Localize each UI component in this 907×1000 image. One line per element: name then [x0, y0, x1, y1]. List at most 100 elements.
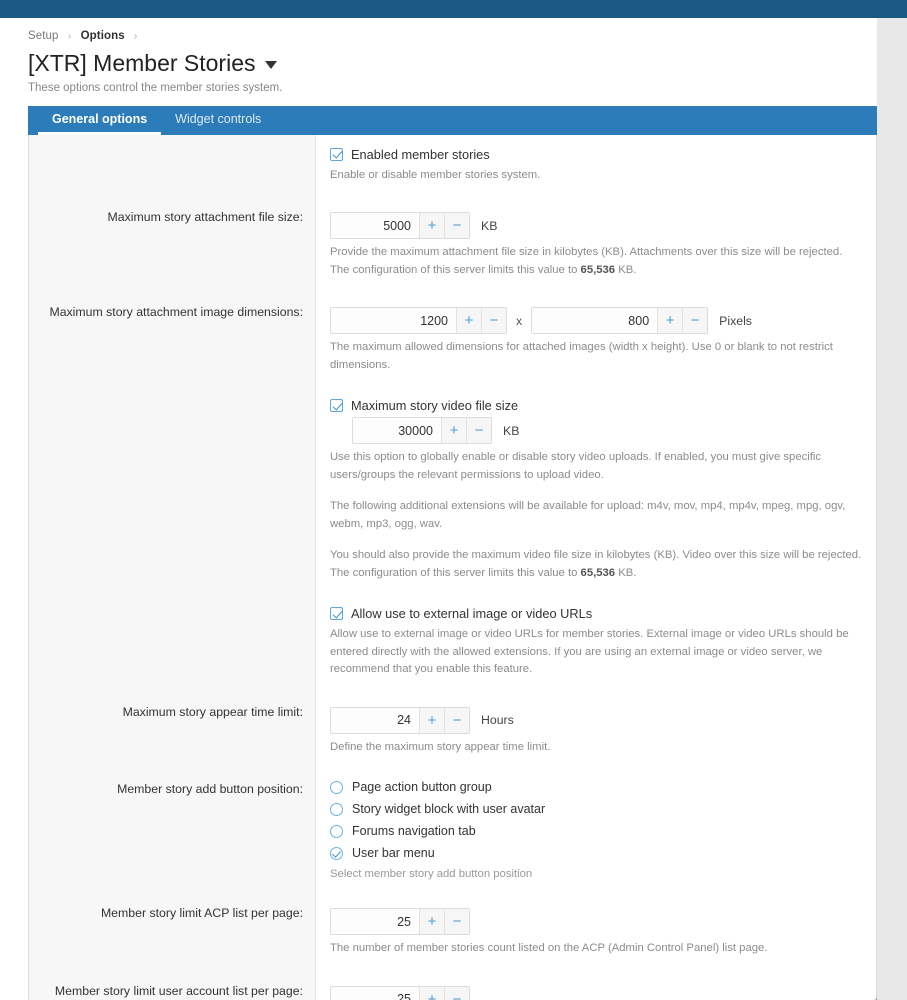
video-size-hint-2: The following additional extensions will…	[330, 500, 846, 530]
breadcrumb-separator-icon: ›	[67, 31, 72, 42]
field-external-urls: Allow use to external image or video URL…	[316, 594, 876, 691]
attachment-size-unit: KB	[481, 218, 498, 233]
row-label-empty-2	[29, 386, 316, 595]
row-button-position: Member story add button position: Page a…	[29, 768, 876, 893]
row-appear-time-limit: Maximum story appear time limit: + − Hou…	[29, 690, 876, 769]
label-acp-limit: Member story limit ACP list per page:	[29, 892, 316, 970]
acp-limit-input[interactable]	[331, 909, 419, 935]
radio-icon[interactable]	[330, 802, 343, 816]
breadcrumb-item-options[interactable]: Options	[81, 30, 125, 42]
row-enabled-member-stories: Enabled member stories Enable or disable…	[29, 134, 876, 197]
row-external-urls: Allow use to external image or video URL…	[29, 594, 876, 691]
check-icon[interactable]	[330, 399, 343, 413]
plus-icon[interactable]: +	[657, 308, 683, 334]
attachment-size-input[interactable]	[331, 213, 419, 239]
row-video-file-size: Maximum story video file size + − KB Use…	[29, 386, 876, 595]
appear-time-stepper: + − Hours	[330, 706, 862, 734]
minus-icon[interactable]: −	[444, 986, 469, 1000]
plus-icon[interactable]: +	[419, 909, 444, 935]
image-height-input[interactable]	[532, 308, 658, 334]
enabled-member-stories-label: Enabled member stories	[351, 146, 490, 162]
video-size-hint-3: You should also provide the maximum vide…	[330, 549, 862, 579]
plus-icon[interactable]: +	[441, 418, 466, 444]
plus-icon[interactable]: +	[456, 308, 481, 334]
video-size-hint-1: Use this option to globally enable or di…	[330, 451, 822, 481]
page-subtitle: These options control the member stories…	[28, 81, 283, 94]
image-height-spinner: + −	[531, 307, 709, 335]
check-icon[interactable]	[330, 607, 343, 621]
row-attachment-file-size: Maximum story attachment file size: + − …	[29, 196, 876, 292]
minus-icon[interactable]: −	[466, 418, 491, 444]
video-file-size-label: Maximum story video file size	[351, 398, 519, 414]
appear-time-unit: Hours	[481, 713, 514, 728]
external-urls-label: Allow use to external image or video URL…	[351, 606, 593, 622]
radio-user-bar-menu[interactable]: User bar menu	[330, 846, 862, 860]
top-app-bar	[0, 0, 907, 18]
radio-story-widget-block[interactable]: Story widget block with user avatar	[330, 802, 862, 816]
watermark-banner: X enVn.Com	[677, 971, 877, 1000]
options-form: Enabled member stories Enable or disable…	[28, 134, 877, 1000]
field-attachment-file-size: + − KB Provide the maximum attachment fi…	[316, 196, 876, 292]
label-image-dimensions: Maximum story attachment image dimension…	[29, 291, 316, 387]
tab-widget-controls[interactable]: Widget controls	[161, 106, 275, 135]
row-image-dimensions: Maximum story attachment image dimension…	[29, 291, 876, 387]
acp-limit-spinner: + −	[330, 908, 470, 936]
breadcrumb: Setup › Options ›	[28, 30, 877, 42]
minus-icon[interactable]: −	[444, 213, 469, 239]
tab-bar: General options Widget controls	[28, 105, 877, 135]
plus-icon[interactable]: +	[419, 213, 444, 239]
appear-time-spinner: + −	[330, 706, 470, 734]
external-urls-toggle[interactable]: Allow use to external image or video URL…	[330, 606, 862, 621]
minus-icon[interactable]: −	[444, 909, 469, 935]
appear-time-input[interactable]	[331, 707, 419, 733]
video-file-size-toggle[interactable]: Maximum story video file size	[330, 398, 862, 413]
attachment-size-hint: Provide the maximum attachment file size…	[330, 246, 843, 276]
chevron-down-icon[interactable]	[264, 61, 277, 70]
radio-label: User bar menu	[352, 846, 435, 861]
appear-time-hint: Define the maximum story appear time lim…	[330, 740, 551, 753]
plus-icon[interactable]: +	[419, 707, 444, 733]
enabled-member-stories-hint: Enable or disable member stories system.	[330, 168, 541, 181]
radio-label: Forums navigation tab	[352, 824, 476, 839]
field-appear-time-limit: + − Hours Define the maximum story appea…	[316, 690, 876, 769]
image-dimensions-hint: The maximum allowed dimensions for attac…	[330, 341, 833, 371]
attachment-size-stepper: + − KB	[330, 212, 862, 240]
field-video-file-size: Maximum story video file size + − KB Use…	[316, 386, 876, 595]
label-account-limit: Member story limit user account list per…	[29, 969, 316, 1000]
image-width-spinner: + −	[330, 307, 507, 335]
enabled-member-stories-toggle[interactable]: Enabled member stories	[330, 147, 862, 162]
image-width-input[interactable]	[331, 308, 456, 334]
account-limit-input[interactable]	[331, 986, 419, 1000]
breadcrumb-separator-icon-2: ›	[134, 31, 138, 42]
radio-page-action-button-group[interactable]: Page action button group	[330, 780, 862, 794]
page-title-text: [XTR] Member Stories	[28, 50, 256, 76]
tab-general-options[interactable]: General options	[38, 106, 162, 135]
label-attachment-file-size: Maximum story attachment file size:	[29, 196, 316, 292]
breadcrumb-item-setup[interactable]: Setup	[28, 30, 59, 42]
minus-icon[interactable]: −	[481, 308, 506, 334]
check-icon[interactable]	[330, 147, 343, 161]
dimensions-separator: x	[516, 313, 523, 328]
minus-icon[interactable]: −	[444, 707, 469, 733]
attachment-size-spinner: + −	[330, 212, 470, 240]
radio-forums-navigation-tab[interactable]: Forums navigation tab	[330, 824, 862, 838]
video-size-unit: KB	[503, 423, 520, 438]
row-label-empty	[29, 134, 316, 197]
radio-label: Story widget block with user avatar	[352, 802, 546, 817]
radio-icon[interactable]	[330, 824, 343, 838]
field-button-position: Page action button group Story widget bl…	[316, 768, 876, 893]
video-size-input[interactable]	[353, 418, 441, 444]
radio-label: Page action button group	[352, 780, 492, 795]
page-title: [XTR] Member Stories	[28, 49, 877, 78]
plus-icon[interactable]: +	[419, 986, 444, 1000]
label-button-position: Member story add button position:	[29, 768, 316, 893]
field-enabled-member-stories: Enabled member stories Enable or disable…	[316, 134, 876, 197]
row-label-empty-3	[29, 594, 316, 691]
page-container: Setup › Options › [XTR] Member Stories T…	[0, 18, 877, 1000]
page-header: Setup › Options › [XTR] Member Stories T…	[0, 18, 877, 94]
minus-icon[interactable]: −	[682, 308, 708, 334]
video-size-stepper: + − KB	[352, 417, 862, 445]
radio-icon[interactable]	[330, 780, 343, 794]
radio-selected-icon[interactable]	[330, 846, 343, 860]
watermark: X enVn.Com	[677, 875, 877, 1000]
